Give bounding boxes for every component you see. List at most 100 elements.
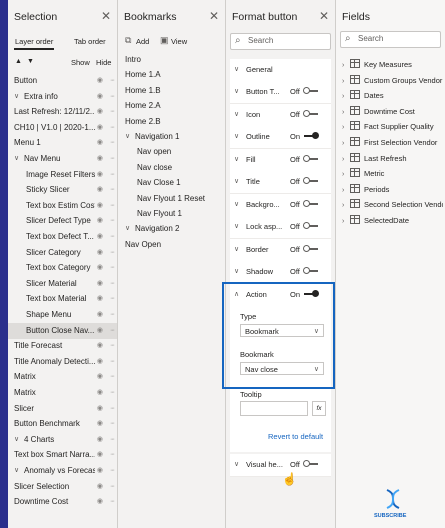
layer-item[interactable]: Image Reset Filters ◉ ···	[8, 167, 117, 183]
chevron-down-icon[interactable]: ∨	[14, 463, 19, 479]
show-all-button[interactable]: Show	[71, 58, 90, 67]
field-table-item[interactable]: › Key Measures	[342, 57, 443, 72]
view-icon[interactable]: ▣	[160, 35, 169, 46]
hide-all-button[interactable]: Hide	[96, 58, 111, 67]
format-card[interactable]: ∨ Button T... Off	[230, 81, 331, 104]
visibility-eye-icon[interactable]: ◉	[97, 213, 103, 229]
field-table-item[interactable]: › Downtime Cost	[342, 104, 443, 119]
more-options-icon[interactable]: ···	[110, 463, 115, 479]
bookmark-item[interactable]: Nav Close 1	[118, 175, 225, 191]
visibility-eye-icon[interactable]: ◉	[97, 416, 103, 432]
more-options-icon[interactable]: ···	[110, 385, 115, 401]
field-table-item[interactable]: › First Selection Vendor	[342, 135, 443, 150]
field-table-item[interactable]: › Second Selection Vendor	[342, 197, 443, 212]
more-options-icon[interactable]: ···	[110, 245, 115, 261]
visibility-eye-icon[interactable]: ◉	[97, 307, 103, 323]
card-toggle[interactable]	[303, 267, 318, 274]
more-options-icon[interactable]: ···	[110, 182, 115, 198]
layer-item[interactable]: ∨ Nav Menu ◉ ···	[8, 151, 117, 167]
fields-search-input[interactable]: ⌕ Search	[340, 31, 441, 48]
layer-item[interactable]: Menu 1 ◉ ···	[8, 135, 117, 151]
field-table-item[interactable]: › Periods	[342, 182, 443, 197]
move-down-icon[interactable]: ▼	[27, 58, 34, 65]
more-options-icon[interactable]: ···	[110, 416, 115, 432]
visibility-eye-icon[interactable]: ◉	[97, 245, 103, 261]
bookmarks-close-icon[interactable]: ✕	[209, 9, 219, 23]
more-options-icon[interactable]: ···	[110, 89, 115, 105]
visibility-eye-icon[interactable]: ◉	[97, 135, 103, 151]
layer-item[interactable]: Text box Material ◉ ···	[8, 291, 117, 307]
bookmark-item[interactable]: Nav Flyout 1 Reset	[118, 191, 225, 207]
bookmark-item[interactable]: Nav Open	[118, 237, 225, 253]
more-options-icon[interactable]: ···	[110, 73, 115, 89]
card-toggle[interactable]	[303, 87, 318, 94]
visual-header-toggle[interactable]	[303, 460, 318, 467]
layer-item[interactable]: Downtime Cost ◉ ···	[8, 494, 117, 510]
visibility-eye-icon[interactable]: ◉	[97, 401, 103, 417]
card-toggle[interactable]	[303, 154, 318, 162]
fx-button[interactable]: fx	[312, 401, 326, 416]
format-close-icon[interactable]: ✕	[319, 9, 329, 23]
layer-item[interactable]: ∨ Anomaly vs Forecast ◉ ···	[8, 463, 117, 479]
visibility-eye-icon[interactable]: ◉	[97, 385, 103, 401]
add-bookmark-button[interactable]: Add	[136, 37, 149, 46]
field-table-item[interactable]: › Custom Groups Vendor	[342, 73, 443, 88]
tab-layer-order[interactable]: Layer order	[15, 37, 53, 46]
chevron-down-icon[interactable]: ∨	[14, 432, 19, 448]
selection-close-icon[interactable]: ✕	[101, 9, 111, 23]
visibility-eye-icon[interactable]: ◉	[97, 494, 103, 510]
format-search-input[interactable]: ⌕ Search	[230, 33, 331, 50]
card-toggle[interactable]	[303, 222, 318, 229]
visibility-eye-icon[interactable]: ◉	[97, 463, 103, 479]
visibility-eye-icon[interactable]: ◉	[97, 432, 103, 448]
layer-item[interactable]: Slicer Material ◉ ···	[8, 276, 117, 292]
layer-item[interactable]: CH10 | V1.0 | 2020-1... ◉ ···	[8, 120, 117, 136]
visibility-eye-icon[interactable]: ◉	[97, 291, 103, 307]
more-options-icon[interactable]: ···	[110, 494, 115, 510]
format-card[interactable]: ∨ Backgro... Off	[230, 193, 331, 217]
format-card[interactable]: ∨ Outline On	[230, 126, 331, 149]
tab-tab-order[interactable]: Tab order	[74, 37, 106, 46]
visibility-eye-icon[interactable]: ◉	[97, 323, 103, 339]
bookmark-item[interactable]: Nav open	[118, 144, 225, 160]
format-card[interactable]: ∨ Border Off	[230, 238, 331, 262]
visibility-eye-icon[interactable]: ◉	[97, 369, 103, 385]
format-card[interactable]: ∨ Icon Off	[230, 103, 331, 127]
layer-item[interactable]: Shape Menu ◉ ···	[8, 307, 117, 323]
visibility-eye-icon[interactable]: ◉	[97, 198, 103, 214]
more-options-icon[interactable]: ···	[110, 151, 115, 167]
bookmark-item[interactable]: Nav Flyout 1	[118, 206, 225, 222]
bookmark-item[interactable]: ∨ Navigation 2	[118, 221, 225, 237]
field-table-item[interactable]: › Fact Supplier Quality	[342, 119, 443, 134]
chevron-down-icon[interactable]: ∨	[14, 151, 19, 167]
more-options-icon[interactable]: ···	[110, 401, 115, 417]
layer-item[interactable]: Title Anomaly Detecti... ◉ ···	[8, 354, 117, 370]
more-options-icon[interactable]: ···	[110, 213, 115, 229]
more-options-icon[interactable]: ···	[110, 229, 115, 245]
layer-item[interactable]: Matrix ◉ ···	[8, 369, 117, 385]
more-options-icon[interactable]: ···	[110, 369, 115, 385]
more-options-icon[interactable]: ···	[110, 260, 115, 276]
layer-item[interactable]: Slicer Category ◉ ···	[8, 245, 117, 261]
card-toggle[interactable]	[303, 109, 318, 117]
subscribe-label[interactable]: SUBSCRIBE	[374, 513, 406, 519]
layer-item[interactable]: Button Benchmark ◉ ···	[8, 416, 117, 432]
bookmark-item[interactable]: Home 1.A	[118, 67, 225, 83]
visibility-eye-icon[interactable]: ◉	[97, 447, 103, 463]
chevron-down-icon[interactable]: ∨	[125, 221, 130, 237]
card-visual-header[interactable]: ∨ Visual he... Off	[230, 454, 331, 477]
add-bookmark-icon[interactable]: ⧉	[125, 35, 131, 46]
visibility-eye-icon[interactable]: ◉	[97, 120, 103, 136]
format-card[interactable]: ∨ Title Off	[230, 171, 331, 194]
field-table-item[interactable]: › Dates	[342, 88, 443, 103]
layer-item[interactable]: Button Close Nav... ◉ ···	[8, 322, 117, 339]
visibility-eye-icon[interactable]: ◉	[97, 73, 103, 89]
revert-to-default-link[interactable]: Revert to default	[268, 432, 323, 441]
format-card[interactable]: ∨ Lock asp... Off	[230, 216, 331, 239]
bookmark-item[interactable]: Home 2.A	[118, 98, 225, 114]
layer-item[interactable]: Text box Smart Narra... ◉ ···	[8, 447, 117, 463]
bookmark-item[interactable]: Home 1.B	[118, 83, 225, 99]
bookmark-item[interactable]: ∨ Navigation 1	[118, 129, 225, 145]
layer-item[interactable]: Slicer Selection ◉ ···	[8, 479, 117, 495]
card-toggle[interactable]	[303, 244, 318, 252]
